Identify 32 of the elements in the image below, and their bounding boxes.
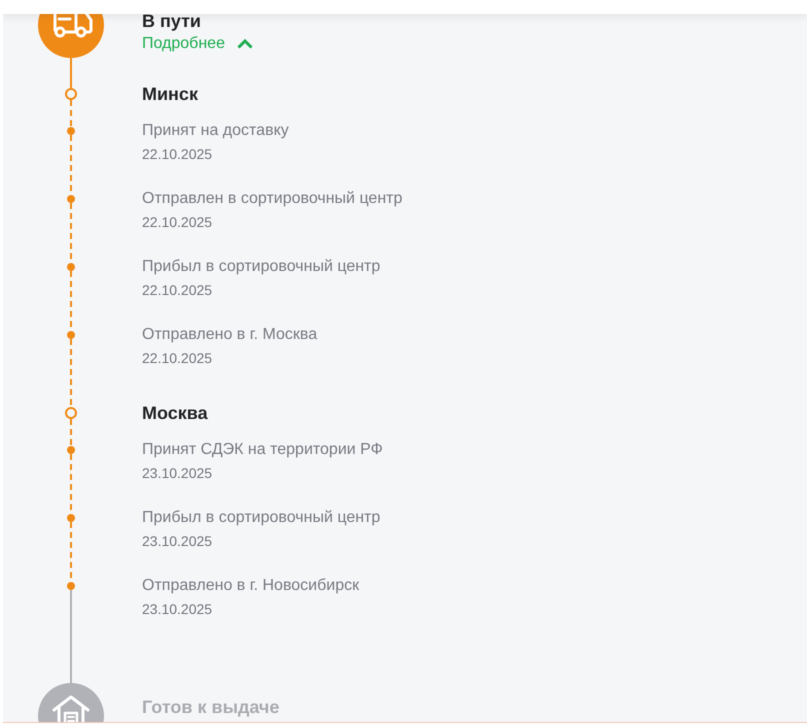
- dot-icon: [67, 446, 75, 454]
- timeline-line: [70, 339, 72, 407]
- event-text: Отправлено в г. Москва: [142, 325, 318, 345]
- event-text: Принят СДЭК на территории РФ: [142, 440, 383, 460]
- stage-title: В пути: [142, 10, 202, 32]
- event-text: Отправлен в сортировочный центр: [142, 189, 402, 209]
- dot-icon: [67, 263, 75, 271]
- details-link[interactable]: Подробнее: [142, 35, 253, 53]
- stage-title: Готов к выдаче: [142, 696, 280, 718]
- event-date: 23.10.2025: [142, 464, 214, 483]
- event-text: Прибыл в сортировочный центр: [142, 508, 380, 528]
- event-date: 22.10.2025: [142, 281, 214, 300]
- dot-icon: [67, 331, 75, 339]
- ring-icon: [65, 88, 77, 100]
- event-date: 23.10.2025: [142, 532, 214, 551]
- event-text: Отправлено в г. Новосибирск: [142, 576, 360, 596]
- dot-icon: [67, 195, 75, 203]
- dot-icon: [67, 514, 75, 522]
- dot-icon: [67, 582, 75, 590]
- event-text: Прибыл в сортировочный центр: [142, 257, 380, 277]
- event-date: 22.10.2025: [142, 213, 214, 232]
- dot-icon: [67, 127, 75, 135]
- timeline-line: [70, 58, 72, 88]
- event-date: 23.10.2025: [142, 600, 214, 619]
- event-date: 22.10.2025: [142, 145, 214, 164]
- city-name: Минск: [142, 83, 198, 105]
- timeline-line: [70, 100, 72, 127]
- city-name: Москва: [142, 402, 208, 424]
- event-date: 22.10.2025: [142, 349, 214, 368]
- event-text: Принят на доставку: [142, 121, 289, 141]
- timeline-line: [70, 419, 72, 446]
- ring-icon: [65, 407, 77, 419]
